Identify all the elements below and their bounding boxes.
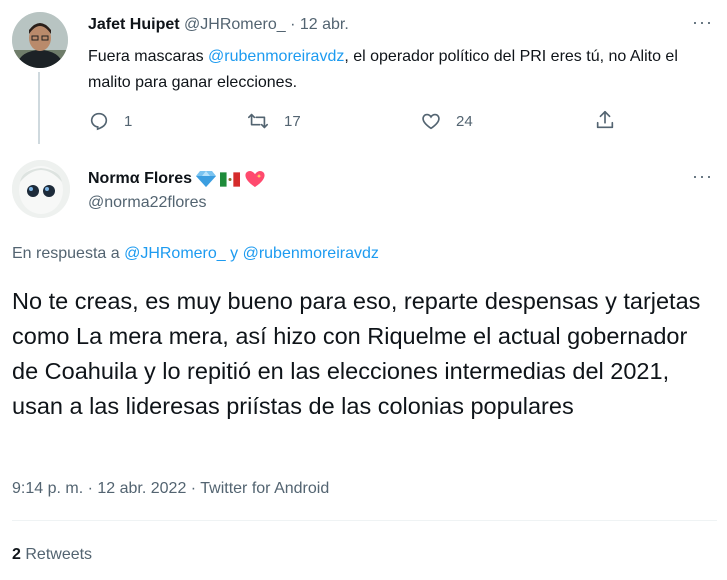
retweets-stat[interactable]: 2 Retweets xyxy=(12,546,92,564)
mexico-flag-icon xyxy=(220,171,241,187)
avatar-norma[interactable] xyxy=(12,160,70,218)
like-button[interactable]: 24 xyxy=(420,110,473,132)
reply-button[interactable]: 1 xyxy=(88,110,132,132)
tweet-text-prefix: Fuera mascaras xyxy=(88,48,209,65)
divider xyxy=(12,520,717,521)
tweet-header: Jafet Huipet @JHRomero_ · 12 abr. xyxy=(88,16,349,34)
retweet-count: 17 xyxy=(284,112,301,130)
author-name[interactable]: Normα Flores xyxy=(88,170,192,188)
reply-prefix: En respuesta a xyxy=(12,245,125,262)
reply-count: 1 xyxy=(124,112,133,130)
more-options-icon[interactable]: ··· xyxy=(692,166,713,187)
author-handle[interactable]: @norma22flores xyxy=(88,194,207,212)
mention-link[interactable]: @rubenmoreiravdz xyxy=(208,48,344,65)
retweets-label: Retweets xyxy=(25,546,93,563)
like-count: 24 xyxy=(456,112,473,130)
heart-icon xyxy=(422,113,440,130)
share-button[interactable] xyxy=(594,109,616,131)
retweets-count: 2 xyxy=(12,546,21,563)
reply-and: y xyxy=(225,245,243,262)
gem-icon xyxy=(196,171,217,187)
retweet-button[interactable]: 17 xyxy=(246,110,301,132)
reply-mention-jhromero[interactable]: @JHRomero_ xyxy=(124,245,226,262)
heart-sparkle-icon xyxy=(245,170,265,187)
author-row: Normα Flores xyxy=(88,170,266,188)
tweet-meta[interactable]: 9:14 p. m. · 12 abr. 2022 · Twitter for … xyxy=(12,480,329,498)
author-name[interactable]: Jafet Huipet xyxy=(88,16,180,33)
retweet-icon xyxy=(248,113,268,129)
author-handle[interactable]: @JHRomero_ xyxy=(184,16,286,33)
thread-line xyxy=(38,72,40,144)
avatar-jafet[interactable] xyxy=(12,12,68,68)
tweet-text: Fuera mascaras @rubenmoreiravdz, el oper… xyxy=(88,44,718,96)
share-icon xyxy=(596,110,614,129)
separator-dot: · xyxy=(290,16,296,33)
reply-context: En respuesta a @JHRomero_ y @rubenmoreir… xyxy=(12,245,379,263)
tweet-date[interactable]: 12 abr. xyxy=(300,16,349,33)
reply-mention-rubenmoreiravdz[interactable]: @rubenmoreiravdz xyxy=(243,245,379,262)
reply-icon xyxy=(90,112,108,131)
main-tweet-text: No te creas, es muy bueno para eso, repa… xyxy=(12,288,701,419)
more-options-icon[interactable]: ··· xyxy=(692,12,713,33)
